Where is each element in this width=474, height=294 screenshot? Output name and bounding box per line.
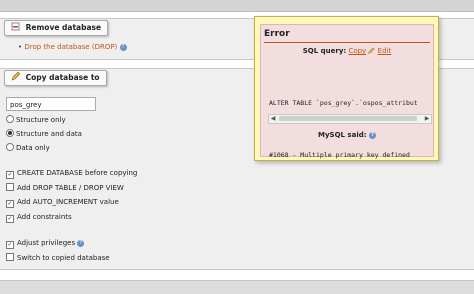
copy-link[interactable]: Copy	[348, 47, 366, 55]
checkbox[interactable]	[6, 183, 14, 191]
checkbox-add-constraints[interactable]: ✓ Add constraints	[6, 212, 72, 223]
checkbox[interactable]: ✓	[6, 171, 14, 179]
sql-query-row: SQL query: Copy Edit	[261, 47, 433, 55]
mysql-said-label: MySQL said:	[318, 131, 367, 139]
drop-database-link[interactable]: Drop the database (DROP)	[24, 43, 117, 51]
bottom-bar	[0, 280, 474, 294]
copy-database-title: Copy database to	[25, 73, 100, 82]
edit-link[interactable]: Edit	[378, 47, 392, 55]
copy-database-legend: Copy database to	[4, 70, 107, 86]
top-bar	[0, 0, 474, 12]
error-popup[interactable]: Error SQL query: Copy Edit ALTER TABLE `…	[254, 16, 439, 161]
drop-database-row: • Drop the database (DROP) ?	[18, 42, 127, 52]
sql-query-label: SQL query:	[302, 47, 347, 55]
error-divider	[264, 42, 430, 43]
database-name-input[interactable]: pos_grey	[6, 97, 96, 111]
radio-button[interactable]	[6, 115, 14, 123]
remove-db-icon	[11, 22, 20, 31]
help-icon[interactable]: ?	[119, 43, 127, 51]
radio-button[interactable]	[6, 143, 14, 151]
radio-structure-only[interactable]: Structure only	[6, 115, 66, 125]
radio-structure-and-data[interactable]: Structure and data	[6, 129, 82, 139]
error-title: Error	[264, 29, 290, 39]
radio-button[interactable]	[6, 129, 14, 137]
remove-database-title: Remove database	[25, 23, 102, 32]
scroll-thumb[interactable]	[279, 116, 417, 121]
checkbox-add-drop-table[interactable]: Add DROP TABLE / DROP VIEW	[6, 183, 124, 193]
error-box: Error SQL query: Copy Edit ALTER TABLE `…	[260, 24, 434, 159]
checkbox-add-auto-increment[interactable]: ✓ Add AUTO_INCREMENT value	[6, 197, 119, 208]
remove-database-legend: Remove database	[4, 20, 109, 36]
pencil-icon	[368, 47, 377, 55]
checkbox-create-database[interactable]: ✓ CREATE DATABASE before copying	[6, 168, 137, 179]
error-message: #1068 - Multiple primary key defined	[269, 151, 410, 159]
horizontal-scrollbar[interactable]: ◀ ▶	[268, 114, 432, 124]
mysql-said-row: MySQL said: ?	[261, 131, 433, 139]
checkbox[interactable]: ✓	[6, 200, 14, 208]
scroll-right-icon[interactable]: ▶	[423, 115, 431, 123]
checkbox[interactable]	[6, 253, 14, 261]
copy-db-icon	[11, 71, 21, 81]
checkbox[interactable]: ✓	[6, 215, 14, 223]
query-text: ALTER TABLE `pos_grey`.`ospos_attribut	[269, 99, 418, 107]
help-icon[interactable]: ?	[77, 239, 85, 247]
checkbox-switch-to-copied[interactable]: Switch to copied database	[6, 253, 110, 263]
checkbox[interactable]: ✓	[6, 241, 14, 249]
checkbox-adjust-privileges[interactable]: ✓ Adjust privileges ?	[6, 238, 85, 249]
help-icon[interactable]: ?	[368, 131, 376, 139]
scroll-left-icon[interactable]: ◀	[269, 115, 277, 123]
radio-data-only[interactable]: Data only	[6, 143, 50, 153]
